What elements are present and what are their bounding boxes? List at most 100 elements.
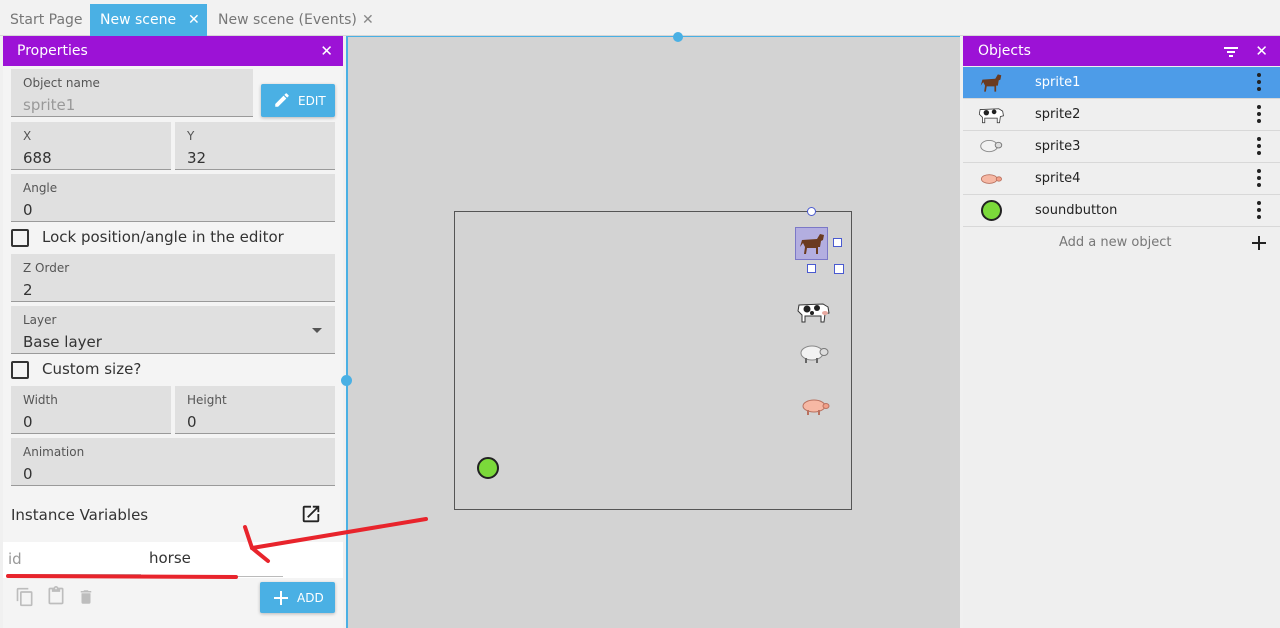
plus-icon [274,591,288,605]
object-name: sprite4 [1035,171,1081,186]
close-icon[interactable]: ✕ [188,4,200,36]
variable-name-input[interactable]: id [7,550,141,575]
field-value: 32 [187,149,207,167]
close-icon[interactable]: ✕ [1255,36,1268,66]
objects-title: Objects [978,43,1031,59]
layer-select[interactable]: Layer Base layer [11,306,335,354]
add-object-label: Add a new object [1059,235,1172,250]
scene-canvas[interactable] [6,32,960,628]
field-label: Layer [23,313,57,327]
field-label: Z Order [23,261,70,275]
more-options-icon[interactable] [1257,105,1261,125]
copy-icon[interactable] [15,586,35,608]
properties-header: Properties ✕ [3,36,343,66]
close-icon[interactable]: ✕ [320,36,333,66]
instance-variables-heading: Instance Variables [11,506,149,524]
list-item[interactable]: sprite4 [963,163,1280,195]
field-value: 2 [23,281,33,299]
cow-icon [978,108,1004,124]
object-name: sprite2 [1035,107,1081,122]
canvas-resize-handle-top[interactable] [673,32,683,42]
plus-icon[interactable] [1252,236,1266,250]
resize-handle-corner[interactable] [834,264,844,274]
field-value: 0 [187,413,197,431]
soundbutton-instance[interactable] [477,457,499,479]
list-item[interactable]: soundbutton [963,195,1280,227]
list-item[interactable]: sprite1 [963,67,1280,99]
field-value: 688 [23,149,52,167]
sheep-icon[interactable] [799,343,829,365]
field-label: Object name [23,76,100,90]
instance-variable-row: id horse [3,542,343,578]
field-label: Y [187,129,195,143]
object-name: sprite3 [1035,139,1081,154]
cow-icon[interactable] [795,299,831,325]
horse-icon [800,234,824,254]
custom-size-checkbox[interactable]: Custom size? [11,358,211,382]
edit-label: EDIT [298,94,326,108]
tab-start-page[interactable]: Start Page [0,4,90,36]
close-icon[interactable]: ✕ [362,4,374,36]
checkbox-label: Lock position/angle in the editor [42,228,284,246]
x-field[interactable]: X 688 [11,122,171,170]
dropdown-arrow-icon [312,328,322,333]
tab-new-scene-events[interactable]: New scene (Events) ✕ [208,4,382,36]
checkbox-box[interactable] [11,229,29,247]
add-label: ADD [297,591,324,605]
angle-field[interactable]: Angle 0 [11,174,335,222]
pig-icon[interactable] [799,397,831,417]
add-object-row[interactable]: Add a new object [963,227,1280,259]
filter-icon[interactable] [1224,46,1238,58]
add-variable-button[interactable]: ADD [260,582,335,613]
canvas-resize-handle-left[interactable] [341,375,352,386]
height-field[interactable]: Height 0 [175,386,335,434]
field-value: 0 [23,413,33,431]
sprite1-instance[interactable] [795,227,828,260]
tab-label: New scene (Events) [218,12,357,28]
pig-icon [980,174,1002,184]
more-options-icon[interactable] [1257,137,1261,157]
list-item[interactable]: sprite2 [963,99,1280,131]
object-name-field[interactable]: Object name sprite1 [11,69,253,117]
more-options-icon[interactable] [1257,73,1261,93]
trash-icon[interactable] [77,587,95,607]
rotate-handle[interactable] [807,207,816,216]
properties-title: Properties [17,43,88,59]
field-label: Width [23,393,58,407]
field-value: sprite1 [23,96,76,114]
game-window-bounds [454,211,852,510]
objects-header: Objects ✕ [963,36,1280,66]
lock-position-checkbox[interactable]: Lock position/angle in the editor [11,226,331,250]
scene-tab-bar: Start Page New scene ✕ New scene (Events… [0,0,1280,36]
paste-icon[interactable] [46,585,66,607]
properties-panel: Properties ✕ Object name sprite1 EDIT X … [3,36,343,628]
tab-label: Start Page [10,12,83,28]
field-label: X [23,129,32,143]
field-label: Angle [23,181,58,195]
y-field[interactable]: Y 32 [175,122,335,170]
tab-new-scene[interactable]: New scene ✕ [90,4,207,36]
field-value: 0 [23,465,33,483]
resize-handle-bottom[interactable] [807,264,816,273]
object-name: sprite1 [1035,75,1081,90]
open-external-icon[interactable] [300,503,322,525]
checkbox-label: Custom size? [42,360,142,378]
z-order-field[interactable]: Z Order 2 [11,254,335,302]
more-options-icon[interactable] [1257,201,1261,221]
field-value: 0 [23,201,33,219]
list-item[interactable]: sprite3 [963,131,1280,163]
checkbox-box[interactable] [11,361,29,379]
width-field[interactable]: Width 0 [11,386,171,434]
horse-icon [980,74,1002,92]
pencil-icon [275,93,289,107]
animation-field[interactable]: Animation 0 [11,438,335,486]
green-circle-icon [981,200,1002,221]
sheep-icon [980,140,1003,153]
resize-handle-right[interactable] [833,238,842,247]
field-value: Base layer [23,333,102,351]
edit-button[interactable]: EDIT [261,84,335,117]
object-name: soundbutton [1035,203,1118,218]
objects-panel: Objects ✕ sprite1 sprite2 sprite3 sprite… [963,36,1280,628]
more-options-icon[interactable] [1257,169,1261,189]
variable-value-input[interactable]: horse [149,549,283,577]
